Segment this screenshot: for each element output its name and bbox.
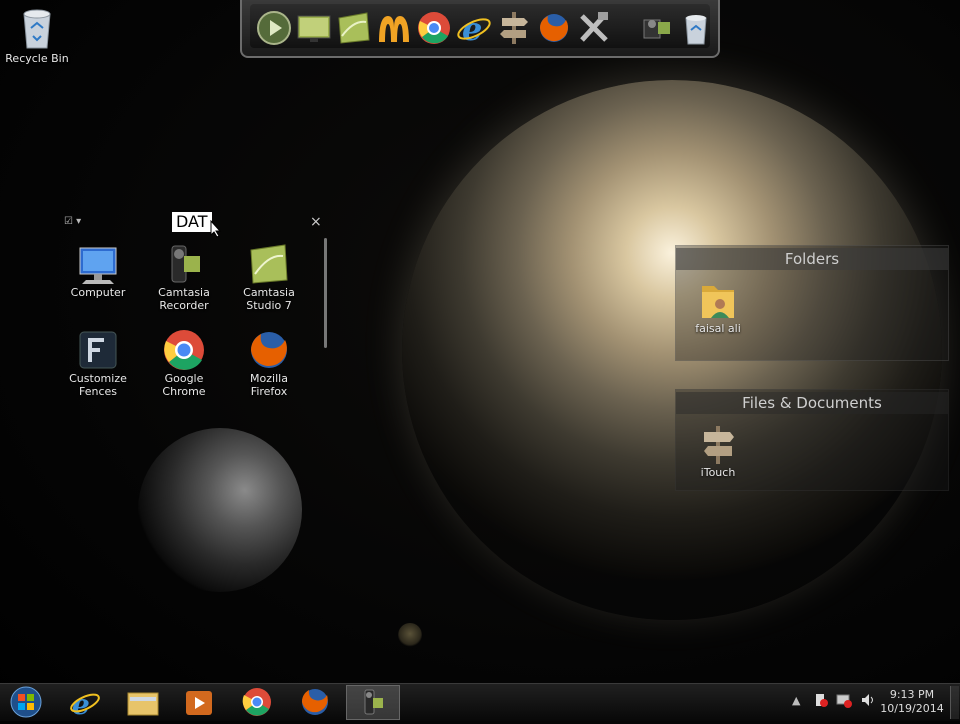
fences-icon [79,331,117,369]
fence-item-label: Google [164,372,204,385]
taskbar: e ▲ 9:13 PM 10/19/2014 [0,683,960,721]
mouse-cursor-icon [210,220,222,238]
camera-recorder-icon[interactable] [638,10,674,46]
fence-item-label: Mozilla [250,372,288,385]
clock-time: 9:13 PM [889,688,935,701]
folder-icon [127,692,159,716]
fence-menu-icon[interactable]: ☑ ▾ [64,216,81,227]
ie-icon: e [70,688,100,721]
fence-item-label: Firefox [250,385,288,398]
recycle-bin-dock-icon[interactable] [678,10,714,46]
moon-wallpaper [138,428,302,592]
action-center-icon[interactable] [814,692,828,711]
user-folder-icon [702,286,734,318]
svg-text:e: e [72,688,90,720]
recycle-bin-desktop-icon[interactable]: Recycle Bin [4,6,70,65]
camtasia-recorder-icon [364,689,383,715]
files-documents-title: Files & Documents [676,392,948,414]
camtasia-recorder-icon [171,245,200,283]
start-button[interactable] [2,685,50,720]
clock-date: 10/19/2014 [880,702,944,715]
customize-fences-shortcut[interactable]: Customize Fences [58,328,138,398]
computer-shortcut[interactable]: Computer [58,246,138,299]
taskbar-internet-explorer[interactable]: e [58,685,112,721]
firefox-icon [302,689,328,715]
tools-icon[interactable] [576,10,612,46]
firefox-icon[interactable] [536,10,572,46]
taskbar-firefox[interactable] [288,685,342,720]
small-moon-wallpaper [398,623,422,647]
files-documents-fence: Files & Documents iTouch [675,389,949,491]
faisal-ali-folder[interactable]: faisal ali [688,278,748,335]
show-hidden-icons-icon[interactable]: ▲ [792,694,800,707]
windows-start-icon [10,686,42,718]
taskbar-camtasia-recorder[interactable] [346,685,400,720]
camtasia-studio-icon[interactable] [336,10,372,46]
camtasia-studio-shortcut[interactable]: Camtasia Studio 7 [228,242,310,312]
play-icon[interactable] [256,10,292,46]
fence-item-label: Camtasia [243,286,295,299]
fence-title-input[interactable]: DAT [172,212,212,232]
mozilla-firefox-shortcut[interactable]: Mozilla Firefox [228,328,310,398]
google-chrome-shortcut[interactable]: Google Chrome [144,328,224,398]
svg-text:e: e [462,10,482,46]
volume-icon[interactable] [860,692,876,711]
signpost-icon [704,426,734,464]
folders-fence-title: Folders [676,248,948,270]
signpost-icon[interactable] [496,10,532,46]
fence-item-label: Customize [69,372,127,385]
chrome-icon[interactable] [416,10,452,46]
camtasia-recorder-shortcut[interactable]: Camtasia Recorder [144,242,224,312]
folders-fence: Folders faisal ali [675,245,949,361]
m-logo-icon[interactable] [376,10,412,46]
fence-item-label: Camtasia [158,286,210,299]
taskbar-media-player[interactable] [172,685,226,720]
fence-item-label: Chrome [162,385,206,398]
taskbar-chrome[interactable] [230,685,284,720]
recycle-bin-label: Recycle Bin [5,52,69,65]
fence-item-label: Studio 7 [246,299,292,312]
recycle-bin-icon [19,6,55,50]
dock-shelf: e [250,4,710,48]
folder-label: faisal ali [695,322,741,335]
fence-item-label: Recorder [159,299,209,312]
desktop-fence: ☑ ▾ DAT × Computer Camtasia Recorder Cam… [58,210,333,410]
chrome-icon [242,688,271,716]
firefox-icon [251,332,287,368]
computer-icon [79,247,117,284]
fence-close-button[interactable]: × [310,214,322,230]
camtasia-studio-icon [250,244,288,284]
fence-item-label: Fences [78,385,117,398]
screen-icon[interactable] [296,10,332,46]
fence-item-label: Computer [70,286,126,299]
media-player-icon [186,691,212,715]
clock[interactable]: 9:13 PM 10/19/2014 [877,688,947,716]
itouch-label: iTouch [700,466,736,479]
app-dock: e [240,0,720,58]
itouch-shortcut[interactable]: iTouch [688,424,748,479]
network-icon[interactable] [836,692,852,711]
internet-explorer-icon[interactable]: e [456,10,492,48]
chrome-icon [164,330,204,370]
show-desktop-button[interactable] [950,686,959,719]
taskbar-explorer[interactable] [116,685,170,720]
fence-scrollbar[interactable] [324,238,327,348]
